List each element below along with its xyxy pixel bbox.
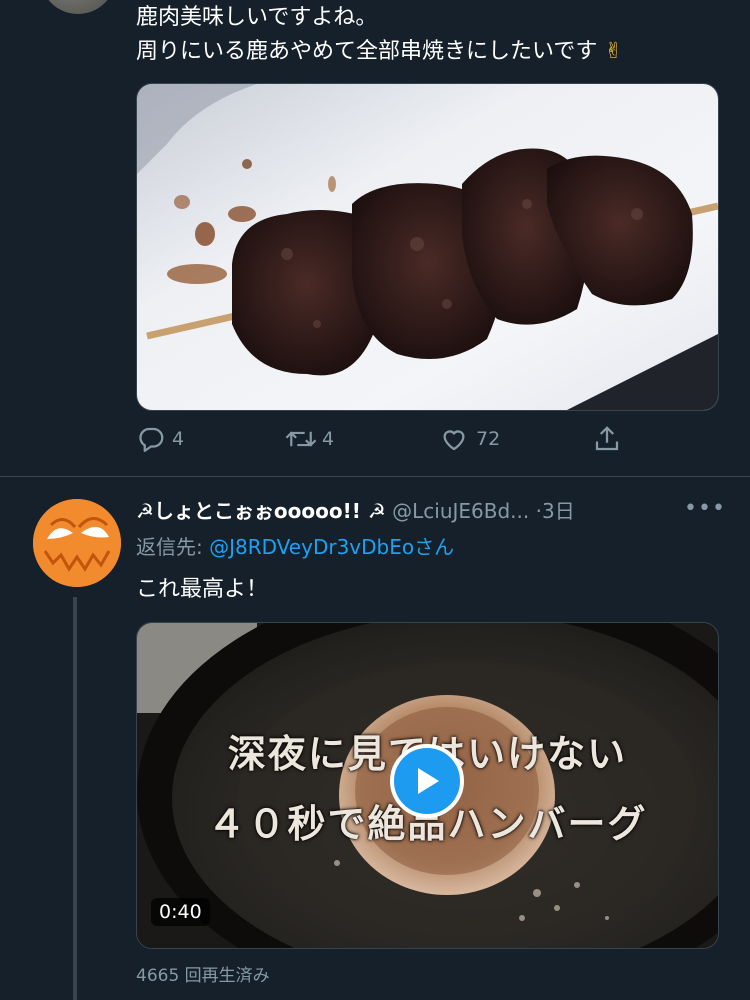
reply-to-link[interactable]: @J8RDVeyDr3vDbEoさん [209, 535, 454, 559]
view-count: 4665 回再生済み [136, 966, 270, 986]
video-duration: 0:40 [151, 898, 210, 926]
tweet-image[interactable] [136, 83, 719, 411]
share-button[interactable] [592, 424, 622, 454]
retweet-icon [285, 431, 317, 447]
display-name[interactable]: ☭しょとこぉぉooooo!! ☭ [136, 499, 386, 523]
tweet-text-line-2: 周りにいる鹿あやめて全部串焼きにしたいです ✌ [136, 36, 623, 68]
like-button[interactable]: 72 [438, 424, 500, 454]
tweet-video[interactable]: 深夜に見てはいけない ４０秒で絶品ハンバーグ 0:40 [136, 622, 719, 949]
reply-context: 返信先: @J8RDVeyDr3vDbEoさん [136, 533, 454, 561]
tweet-actions: 4 4 72 [136, 424, 726, 458]
user-handle[interactable]: @LciuJE6Bd... [392, 499, 529, 523]
tweet-time[interactable]: 3日 [542, 499, 575, 523]
victory-hand-icon: ✌ [604, 39, 623, 64]
tweet-header: ☭しょとこぉぉooooo!! ☭ @LciuJE6Bd... ·3日 [136, 497, 575, 525]
avatar[interactable] [33, 499, 121, 587]
reply-count: 4 [172, 428, 185, 450]
play-button[interactable] [390, 744, 464, 818]
tweet-text: これ最高よ！ [136, 577, 269, 602]
skewer-photo [137, 84, 718, 410]
tweet-text-line-2-content: 周りにいる鹿あやめて全部串焼きにしたいです [136, 39, 598, 64]
like-icon [443, 430, 465, 451]
more-icon[interactable]: ••• [684, 496, 726, 521]
play-icon [418, 768, 439, 794]
reply-button[interactable]: 4 [136, 424, 184, 454]
retweet-button[interactable]: 4 [284, 424, 334, 454]
pumpkin-face-avatar-icon [33, 499, 121, 587]
reply-icon [139, 427, 164, 452]
like-count: 72 [476, 428, 501, 450]
retweet-count: 4 [322, 428, 335, 450]
avatar[interactable] [40, 0, 116, 14]
tweet-text-line-1: 鹿肉美味しいですよね。 [136, 5, 378, 30]
tweet-divider [0, 476, 750, 477]
share-icon [595, 426, 619, 451]
reply-prefix: 返信先: [136, 535, 210, 559]
thread-line [73, 597, 77, 1000]
